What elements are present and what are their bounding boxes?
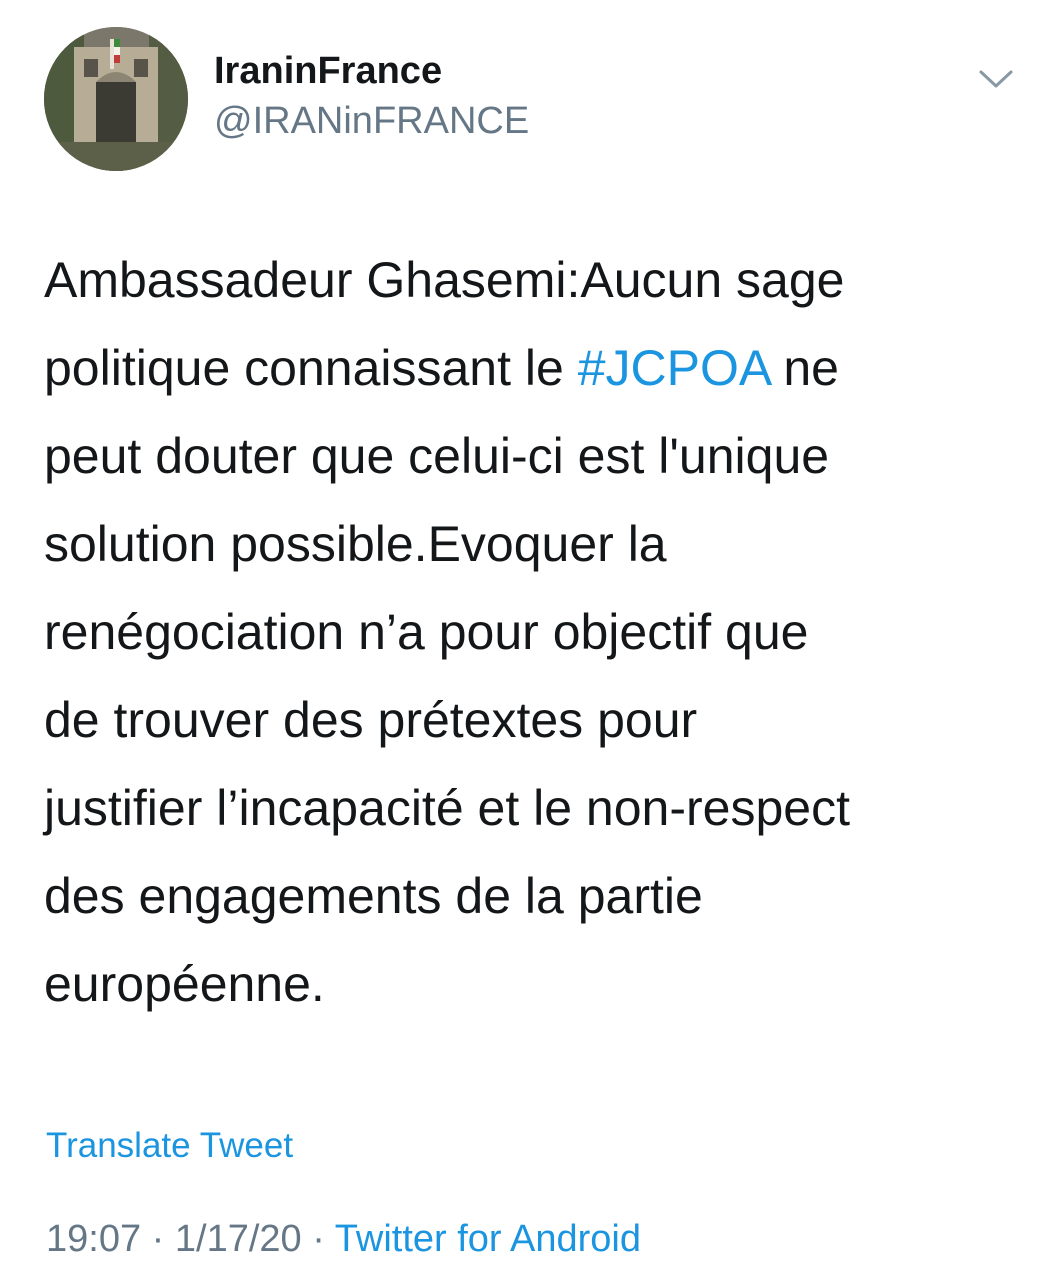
- tweet-source-link[interactable]: Twitter for Android: [335, 1218, 641, 1260]
- tweet-text: Ambassadeur Ghasemi:Aucun sage politique…: [44, 236, 1019, 1028]
- avatar[interactable]: [44, 27, 188, 171]
- author-handle[interactable]: @IRANinFRANCE: [214, 100, 529, 143]
- tweet-line: renégociation n’a pour objectif que: [44, 604, 809, 660]
- tweet-text-segment: politique connaissant le: [44, 340, 578, 396]
- tweet-line: peut douter que celui-ci est l'unique: [44, 428, 830, 484]
- tweet-line: justifier l’incapacité et le non-respect: [44, 780, 850, 836]
- translate-tweet-link[interactable]: Translate Tweet: [46, 1126, 293, 1166]
- chevron-down-icon: [979, 70, 1013, 88]
- tweet-meta: 19:07 · 1/17/20 · Twitter for Android: [46, 1218, 641, 1261]
- tweet-menu-button[interactable]: [975, 62, 1017, 96]
- tweet-line: solution possible.Evoquer la: [44, 516, 667, 572]
- tweet-line: politique connaissant le #JCPOA ne: [44, 324, 1019, 412]
- tweet-text-segment: ne: [769, 340, 839, 396]
- tweet-line: européenne.: [44, 956, 325, 1012]
- embassy-building-photo-avatar-icon: [44, 27, 188, 171]
- hashtag-link[interactable]: #JCPOA: [578, 340, 770, 396]
- tweet-line: Ambassadeur Ghasemi:Aucun sage: [44, 252, 845, 308]
- tweet-line: de trouver des prétextes pour: [44, 692, 698, 748]
- meta-separator: ·: [301, 1218, 335, 1260]
- tweet-time: 19:07: [46, 1218, 142, 1260]
- meta-separator: ·: [141, 1218, 175, 1260]
- author-display-name[interactable]: IraninFrance: [214, 50, 442, 93]
- tweet-line: des engagements de la partie: [44, 868, 703, 924]
- tweet-date: 1/17/20: [174, 1218, 302, 1260]
